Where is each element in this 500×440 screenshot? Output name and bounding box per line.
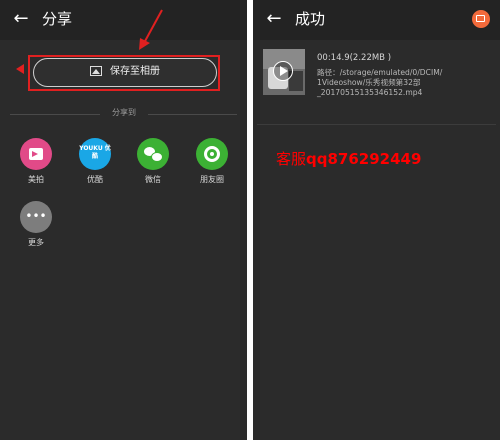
divider	[257, 124, 496, 125]
share-icon[interactable]	[472, 10, 490, 28]
share-target-label: 优酷	[87, 175, 103, 184]
play-icon[interactable]	[273, 61, 293, 81]
share-to-label: 分享到	[112, 108, 136, 117]
share-target-moments[interactable]: 朋友圈	[192, 138, 232, 186]
share-target-meipai[interactable]: 美拍	[16, 138, 56, 186]
share-target-label: 更多	[28, 238, 44, 247]
share-target-label: 美拍	[28, 175, 44, 184]
youku-logo-text: YOUKU 优酷	[79, 145, 111, 160]
share-target-wechat[interactable]: 微信	[133, 138, 173, 186]
annotation-arrow-icon	[139, 9, 163, 50]
more-icon: •••	[20, 201, 52, 233]
save-to-album-button[interactable]: 保存至相册	[33, 58, 217, 87]
video-path-line: _20170515135346152.mp4	[317, 88, 423, 97]
contact-qq: qq876292449	[306, 150, 422, 168]
youku-icon: YOUKU 优酷	[79, 138, 111, 170]
page-title: 成功	[295, 10, 326, 28]
contact-prefix: 客服	[276, 150, 307, 168]
success-header: ← 成功	[253, 0, 500, 40]
annotation-arrowhead-icon	[16, 64, 24, 74]
moments-icon	[196, 138, 228, 170]
video-thumbnail[interactable]	[263, 49, 305, 95]
wechat-icon	[137, 138, 169, 170]
back-arrow-icon[interactable]: ←	[263, 8, 285, 30]
divider-left	[10, 114, 100, 115]
save-to-album-label: 保存至相册	[110, 66, 160, 77]
divider-right	[148, 114, 237, 115]
share-target-label: 朋友圈	[200, 175, 224, 184]
image-icon	[90, 66, 102, 76]
video-duration: 00:14.9(2.22MB )	[317, 53, 392, 63]
video-path: 路径：/storage/emulated/0/DCIM/ 1Videoshow/…	[317, 68, 497, 98]
success-screen: ← 成功 00:14.9(2.22MB ) 路径：/storage/emulat…	[253, 0, 500, 440]
share-target-label: 微信	[145, 175, 161, 184]
contact-watermark: 客服qq876292449	[276, 149, 421, 169]
share-screen: ← 分享 保存至相册 分享到 美拍 YOUKU 优酷 优酷 微信 朋友圈 •••…	[0, 0, 247, 440]
share-target-more[interactable]: ••• 更多	[16, 201, 56, 249]
video-path-line: 路径：/storage/emulated/0/DCIM/	[317, 68, 443, 77]
video-path-line: 1Videoshow/乐秀视频第32部	[317, 78, 421, 87]
share-target-youku[interactable]: YOUKU 优酷 优酷	[75, 138, 115, 186]
meipai-icon	[20, 138, 52, 170]
